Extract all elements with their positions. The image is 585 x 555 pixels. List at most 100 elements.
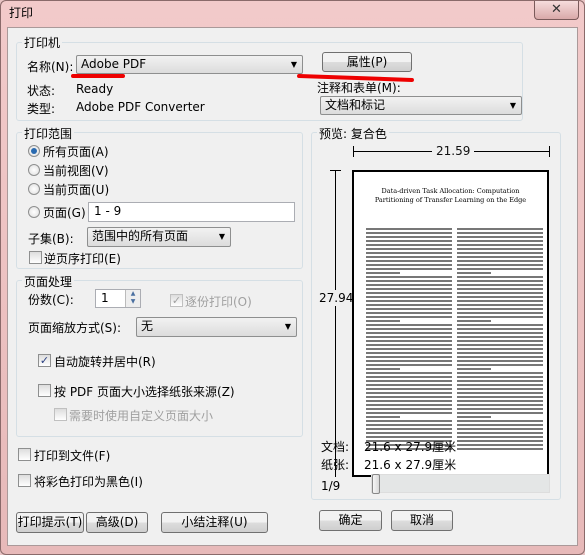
collate-checkbox[interactable]: ✓ xyxy=(170,294,183,307)
preview-text-line xyxy=(366,348,452,350)
preview-text-line xyxy=(366,236,452,238)
preview-doc-title-line: Partitioning of Transfer Learning on the… xyxy=(374,196,527,204)
preview-text-line xyxy=(457,272,492,274)
preview-text-line xyxy=(366,420,452,422)
printer-name-select[interactable]: Adobe PDF ▼ xyxy=(76,55,303,74)
preview-text-line xyxy=(366,416,401,418)
page-slider[interactable] xyxy=(371,474,550,494)
height-dimension-tick xyxy=(330,170,341,171)
preview-text-line xyxy=(457,264,543,266)
print-black-label[interactable]: 将彩色打印为黑色(I) xyxy=(34,473,143,490)
preview-text-line xyxy=(366,400,452,402)
preview-text-line xyxy=(457,344,543,346)
print-to-file-label[interactable]: 打印到文件(F) xyxy=(34,447,110,464)
properties-button[interactable]: 属性(P) xyxy=(322,52,412,72)
preview-text-line xyxy=(366,276,452,278)
slider-thumb[interactable] xyxy=(372,474,380,494)
reverse-pages-checkbox[interactable] xyxy=(29,251,42,264)
preview-text-line xyxy=(366,408,452,410)
preview-text-line xyxy=(366,272,401,274)
print-tips-button[interactable]: 打印提示(T) xyxy=(16,512,84,533)
reverse-pages-label[interactable]: 逆页序打印(E) xyxy=(44,250,121,267)
print-black-checkbox[interactable] xyxy=(18,474,31,487)
preview-text-line xyxy=(457,316,543,318)
preview-text-line xyxy=(366,332,452,334)
pages-input[interactable]: 1 - 9 xyxy=(88,202,295,222)
preview-text-line xyxy=(366,256,452,258)
radio-current-view[interactable] xyxy=(28,164,40,176)
preview-text-line xyxy=(457,336,543,338)
radio-all-pages-label[interactable]: 所有页面(A) xyxy=(43,143,109,160)
radio-pages[interactable] xyxy=(28,206,40,218)
preview-text-line xyxy=(457,436,543,438)
chevron-down-icon: ▼ xyxy=(290,60,297,69)
preview-text-line xyxy=(366,284,452,286)
preview-text-line xyxy=(366,308,452,310)
preview-text-line xyxy=(366,388,452,390)
copies-stepper[interactable]: 1 ▲ ▼ xyxy=(95,289,141,308)
page-indicator: 1/9 xyxy=(321,479,341,493)
status-value: Ready xyxy=(76,82,114,96)
radio-pages-label[interactable]: 页面(G) xyxy=(43,204,86,221)
preview-text-line xyxy=(366,432,452,434)
height-dimension-line xyxy=(335,170,336,477)
spinner-arrows-icon[interactable]: ▲ ▼ xyxy=(125,290,140,307)
preview-text-line xyxy=(366,384,452,386)
preview-text-line xyxy=(457,296,543,298)
cancel-button[interactable]: 取消 xyxy=(391,510,453,531)
ok-button[interactable]: 确定 xyxy=(319,510,382,531)
print-to-file-checkbox[interactable] xyxy=(18,448,31,461)
preview-text-line xyxy=(457,288,543,290)
radio-current-view-label[interactable]: 当前视图(V) xyxy=(43,162,109,179)
radio-current-page-label[interactable]: 当前页面(U) xyxy=(43,181,109,198)
preview-text-line xyxy=(366,424,452,426)
preview-text-line xyxy=(457,324,543,326)
preview-text-line xyxy=(457,268,543,270)
close-button[interactable]: ✕ xyxy=(534,1,579,20)
preview-text-line xyxy=(457,260,543,262)
preview-text-line xyxy=(457,240,543,242)
preview-text-line xyxy=(457,376,543,378)
radio-current-page[interactable] xyxy=(28,183,40,195)
preview-text-line xyxy=(457,396,543,398)
comments-forms-label: 注释和表单(M): xyxy=(317,81,401,95)
doc-size-value: 21.6 x 27.9厘米 xyxy=(364,440,457,454)
preview-text-line xyxy=(366,316,452,318)
preview-text-line xyxy=(457,312,543,314)
auto-rotate-checkbox[interactable]: ✓ xyxy=(38,354,51,367)
status-label: 状态: xyxy=(27,84,56,98)
preview-text-line xyxy=(366,328,452,330)
paper-size-value: 21.6 x 27.9厘米 xyxy=(364,458,457,472)
custom-size-checkbox[interactable] xyxy=(54,408,67,421)
close-icon: ✕ xyxy=(551,2,562,17)
radio-all-pages[interactable] xyxy=(28,145,40,157)
summarize-comments-button[interactable]: 小结注释(U) xyxy=(161,512,268,533)
comments-forms-value: 文档和标记 xyxy=(325,98,386,112)
subset-label: 子集(B): xyxy=(28,232,74,246)
red-annotation-mark xyxy=(71,74,125,78)
comments-forms-select[interactable]: 文档和标记 ▼ xyxy=(320,96,522,115)
preview-text-column xyxy=(366,228,452,452)
preview-text-line xyxy=(457,276,543,278)
copies-label: 份数(C): xyxy=(28,293,74,307)
preview-height: 27.94 xyxy=(319,290,354,306)
preview-text-line xyxy=(366,252,452,254)
preview-text-line xyxy=(366,412,452,414)
preview-text-line xyxy=(366,312,452,314)
preview-text-line xyxy=(457,300,543,302)
paper-source-label[interactable]: 按 PDF 页面大小选择纸张来源(Z) xyxy=(54,383,235,400)
preview-text-line xyxy=(366,404,452,406)
scaling-select[interactable]: 无 ▼ xyxy=(136,317,297,337)
type-value: Adobe PDF Converter xyxy=(76,100,205,114)
preview-text-line xyxy=(457,332,543,334)
advanced-button[interactable]: 高级(D) xyxy=(86,512,148,533)
preview-text-line xyxy=(366,392,452,394)
preview-text-line xyxy=(366,428,452,430)
auto-rotate-label[interactable]: 自动旋转并居中(R) xyxy=(54,353,156,370)
preview-text-line xyxy=(457,368,492,370)
paper-source-checkbox[interactable] xyxy=(38,384,51,397)
preview-width: 21.59 xyxy=(432,144,475,158)
preview-text-line xyxy=(366,304,452,306)
preview-text-line xyxy=(457,420,543,422)
subset-select[interactable]: 范围中的所有页面 ▼ xyxy=(87,227,231,247)
